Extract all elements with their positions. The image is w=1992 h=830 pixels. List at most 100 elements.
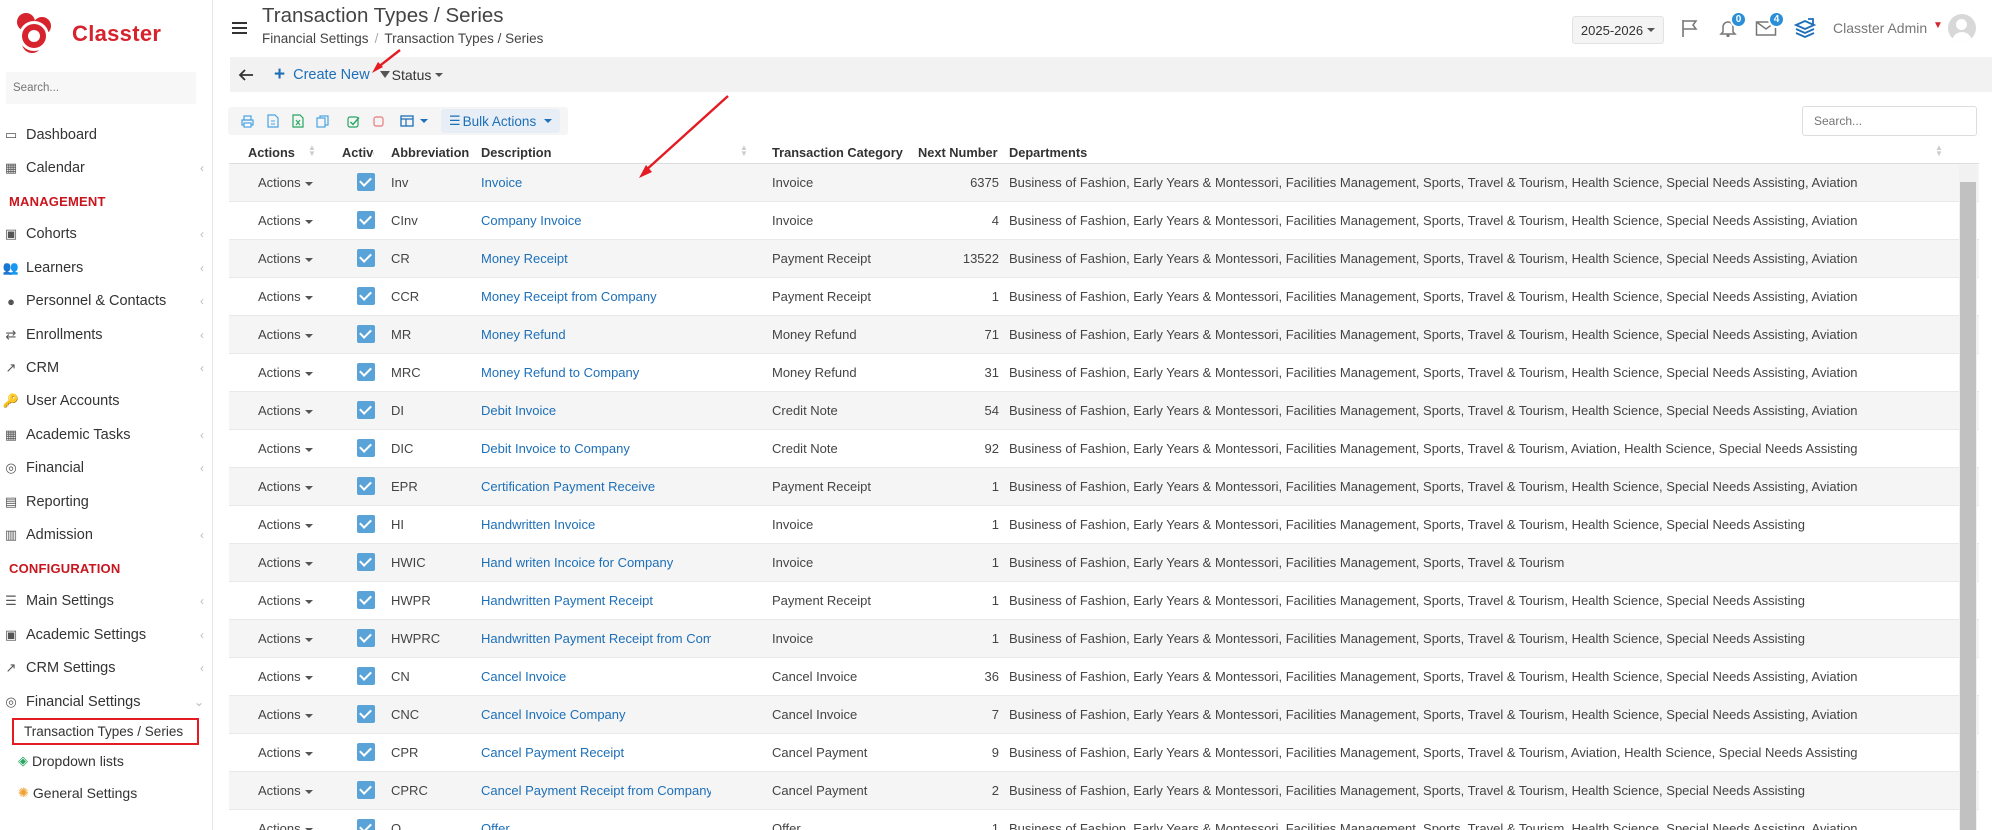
active-checkbox[interactable] bbox=[357, 781, 375, 799]
copy-icon[interactable] bbox=[310, 111, 335, 131]
active-checkbox[interactable] bbox=[357, 553, 375, 571]
sidebar-item-crm[interactable]: ↗ CRM ‹ bbox=[0, 351, 212, 384]
sidebar-item-financial-settings[interactable]: ◎ Financial Settings ⌄ bbox=[0, 685, 212, 718]
sidebar-subitem-general-settings[interactable]: ✺ General Settings bbox=[0, 777, 212, 809]
sidebar-item-cohorts[interactable]: ▣ Cohorts ‹ bbox=[0, 218, 212, 251]
sidebar-item-academic-settings[interactable]: ▣ Academic Settings ‹ bbox=[0, 618, 212, 651]
active-checkbox[interactable] bbox=[357, 173, 375, 191]
active-checkbox[interactable] bbox=[357, 743, 375, 761]
export-excel-icon[interactable] bbox=[285, 111, 310, 131]
row-actions-dropdown[interactable]: Actions bbox=[258, 631, 330, 646]
active-checkbox[interactable] bbox=[357, 401, 375, 419]
sort-icon[interactable]: ▲ ▼ bbox=[740, 144, 748, 158]
sidebar-item-reporting[interactable]: ▤ Reporting bbox=[0, 485, 212, 518]
row-description-link[interactable]: Cancel Payment Receipt bbox=[481, 745, 711, 760]
sidebar-item-personnel-contacts[interactable]: ● Personnel & Contacts ‹ bbox=[0, 285, 212, 318]
active-checkbox[interactable] bbox=[357, 211, 375, 229]
row-description-link[interactable]: Cancel Invoice bbox=[481, 669, 711, 684]
menu-toggle-icon[interactable] bbox=[232, 22, 247, 34]
active-checkbox[interactable] bbox=[357, 249, 375, 267]
sidebar-item-academic-tasks[interactable]: ▦ Academic Tasks ‹ bbox=[0, 418, 212, 451]
column-header-transaction-category[interactable]: Transaction Category bbox=[772, 145, 912, 160]
sidebar-item-user-accounts[interactable]: 🔑 User Accounts bbox=[0, 385, 212, 418]
row-actions-dropdown[interactable]: Actions bbox=[258, 821, 330, 830]
row-description-link[interactable]: Money Receipt from Company bbox=[481, 289, 711, 304]
table-search-input[interactable] bbox=[1802, 106, 1977, 136]
sidebar-item-dashboard[interactable]: ▭ Dashboard bbox=[0, 118, 212, 151]
sidebar-search-input[interactable] bbox=[6, 72, 196, 104]
row-description-link[interactable]: Handwritten Invoice bbox=[481, 517, 711, 532]
avatar[interactable] bbox=[1948, 14, 1976, 42]
envelope-icon[interactable]: 4 bbox=[1754, 11, 1785, 40]
row-actions-dropdown[interactable]: Actions bbox=[258, 479, 330, 494]
deselect-all-icon[interactable] bbox=[366, 111, 391, 131]
academic-year-select[interactable]: 2025-2026 bbox=[1572, 16, 1664, 44]
active-checkbox[interactable] bbox=[357, 439, 375, 457]
sidebar-item-admission[interactable]: ▥ Admission ‹ bbox=[0, 518, 212, 551]
breadcrumb-item-financial-settings[interactable]: Financial Settings bbox=[262, 31, 369, 46]
sidebar-item-crm-settings[interactable]: ↗ CRM Settings ‹ bbox=[0, 651, 212, 684]
row-description-link[interactable]: Debit Invoice bbox=[481, 403, 711, 418]
create-new-button[interactable]: + Create New bbox=[274, 64, 370, 86]
row-actions-dropdown[interactable]: Actions bbox=[258, 251, 330, 266]
sidebar-subitem-transaction-types-series[interactable]: Transaction Types / Series bbox=[12, 718, 199, 746]
row-description-link[interactable]: Cancel Invoice Company bbox=[481, 707, 711, 722]
active-checkbox[interactable] bbox=[357, 819, 375, 830]
row-description-link[interactable]: Debit Invoice to Company bbox=[481, 441, 711, 456]
row-actions-dropdown[interactable]: Actions bbox=[258, 669, 330, 684]
row-actions-dropdown[interactable]: Actions bbox=[258, 403, 330, 418]
row-actions-dropdown[interactable]: Actions bbox=[258, 707, 330, 722]
row-actions-dropdown[interactable]: Actions bbox=[258, 783, 330, 798]
active-checkbox[interactable] bbox=[357, 705, 375, 723]
row-description-link[interactable]: Money Receipt bbox=[481, 251, 711, 266]
row-actions-dropdown[interactable]: Actions bbox=[258, 289, 330, 304]
column-header-abbreviation[interactable]: Abbreviation bbox=[391, 145, 471, 160]
row-description-link[interactable]: Offer bbox=[481, 821, 711, 830]
back-arrow-icon[interactable] bbox=[230, 57, 262, 92]
row-description-link[interactable]: Cancel Payment Receipt from Company bbox=[481, 783, 711, 798]
sort-icon[interactable]: ▲ ▼ bbox=[308, 144, 316, 158]
row-description-link[interactable]: Money Refund to Company bbox=[481, 365, 711, 380]
export-pdf-icon[interactable] bbox=[260, 111, 285, 131]
print-icon[interactable] bbox=[235, 111, 260, 131]
row-actions-dropdown[interactable]: Actions bbox=[258, 213, 330, 228]
sidebar-subitem-dropdown-lists[interactable]: ◈ Dropdown lists bbox=[0, 745, 212, 777]
sidebar-item-enrollments[interactable]: ⇄ Enrollments ‹ bbox=[0, 318, 212, 351]
sidebar-item-main-settings[interactable]: ☰ Main Settings ‹ bbox=[0, 585, 212, 618]
row-description-link[interactable]: Money Refund bbox=[481, 327, 711, 342]
row-actions-dropdown[interactable]: Actions bbox=[258, 555, 330, 570]
active-checkbox[interactable] bbox=[357, 629, 375, 647]
select-all-icon[interactable] bbox=[341, 111, 366, 131]
column-header-departments[interactable]: Departments bbox=[1009, 145, 1969, 160]
column-header-next-number[interactable]: Next Number bbox=[918, 145, 998, 160]
row-description-link[interactable]: Handwritten Payment Receipt bbox=[481, 593, 711, 608]
row-description-link[interactable]: Certification Payment Receive bbox=[481, 479, 711, 494]
row-actions-dropdown[interactable]: Actions bbox=[258, 745, 330, 760]
row-description-link[interactable]: Hand writen Incoice for Company bbox=[481, 555, 711, 570]
active-checkbox[interactable] bbox=[357, 287, 375, 305]
row-actions-dropdown[interactable]: Actions bbox=[258, 175, 330, 190]
sidebar-item-financial[interactable]: ◎ Financial ‹ bbox=[0, 452, 212, 485]
active-checkbox[interactable] bbox=[357, 363, 375, 381]
logo[interactable]: Classter bbox=[0, 0, 212, 68]
sidebar-item-learners[interactable]: 👥 Learners ‹ bbox=[0, 251, 212, 284]
bulk-actions-button[interactable]: ☰ Bulk Actions bbox=[441, 109, 561, 133]
active-checkbox[interactable] bbox=[357, 667, 375, 685]
row-actions-dropdown[interactable]: Actions bbox=[258, 593, 330, 608]
row-description-link[interactable]: Handwritten Payment Receipt from Company bbox=[481, 631, 711, 646]
row-actions-dropdown[interactable]: Actions bbox=[258, 441, 330, 456]
columns-toggle-icon[interactable] bbox=[397, 111, 431, 131]
flag-icon[interactable] bbox=[1678, 16, 1702, 40]
bell-icon[interactable]: 0 bbox=[1716, 11, 1747, 40]
active-checkbox[interactable] bbox=[357, 515, 375, 533]
active-checkbox[interactable] bbox=[357, 325, 375, 343]
active-checkbox[interactable] bbox=[357, 591, 375, 609]
row-actions-dropdown[interactable]: Actions bbox=[258, 365, 330, 380]
sidebar-item-calendar[interactable]: ▦ Calendar ‹ bbox=[0, 151, 212, 184]
row-actions-dropdown[interactable]: Actions bbox=[258, 517, 330, 532]
row-actions-dropdown[interactable]: Actions bbox=[258, 327, 330, 342]
layers-sync-icon[interactable] bbox=[1793, 16, 1817, 40]
table-scrollbar-thumb[interactable] bbox=[1960, 182, 1976, 830]
row-description-link[interactable]: Company Invoice bbox=[481, 213, 711, 228]
sort-icon[interactable]: ▲ ▼ bbox=[1935, 144, 1943, 158]
